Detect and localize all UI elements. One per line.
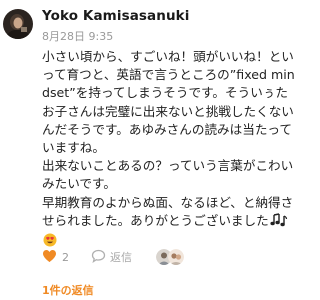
like-count: 2 [62,250,69,264]
reply-label[interactable]: 返信 [110,249,132,265]
liker-avatar-2[interactable] [168,249,184,265]
musical-notes-icon [270,213,288,232]
comment-body: 小さい頃から、すごいね！頭がいいね！といって育つと、英語で言うところの”fixe… [42,48,298,252]
comment-text: 小さい頃から、すごいね！頭がいいね！といって育つと、英語で言うところの”fixe… [42,49,295,228]
speech-bubble-icon[interactable] [91,248,106,267]
reply-button[interactable]: 返信 [91,248,132,267]
author-name[interactable]: Yoko Kamisasanuki [42,8,189,24]
liker-avatars[interactable] [156,249,184,265]
comment-card: Yoko Kamisasanuki 8月28日 9:35 小さい頃から、すごいね… [0,0,300,300]
comment-timestamp: 8月28日 9:35 [42,30,114,43]
like-button[interactable]: 2 [42,248,69,267]
view-replies-link[interactable]: 1件の返信 [42,282,94,298]
author-avatar[interactable] [3,9,33,39]
heart-icon[interactable] [42,248,57,267]
comment-actions: 2 返信 [42,248,184,266]
